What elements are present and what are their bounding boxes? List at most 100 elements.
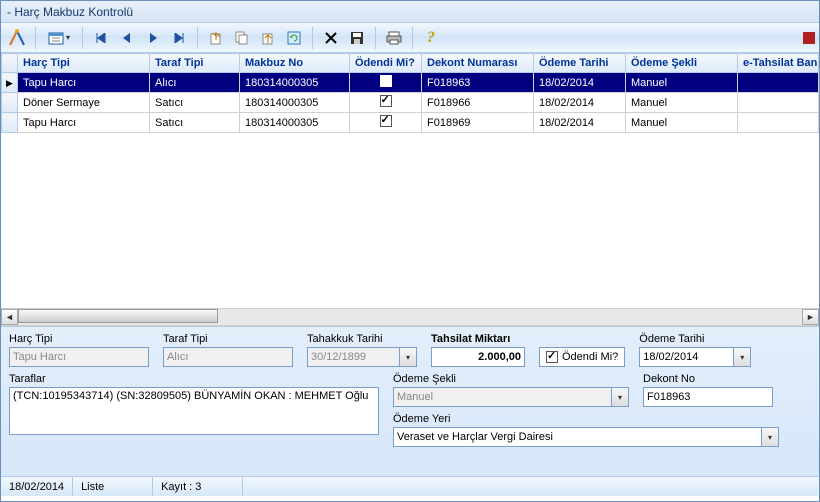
- table-row[interactable]: ▶Tapu HarcıAlıcı180314000305 F01896318/02…: [2, 73, 819, 93]
- nav-last-button[interactable]: [167, 26, 191, 50]
- label-taraf-tipi: Taraf Tipi: [163, 333, 293, 345]
- checkbox-odendi-mi[interactable]: Ödendi Mi?: [539, 347, 625, 367]
- cell-taraf-tipi: Alıcı: [150, 73, 240, 93]
- odeme-sekli-dropdown-button[interactable]: ▾: [611, 387, 629, 407]
- nav-prev-button[interactable]: [115, 26, 139, 50]
- indicator-icon: [803, 32, 815, 44]
- odeme-tarihi-dropdown-button[interactable]: ▾: [733, 347, 751, 367]
- window-title: - Harç Makbuz Kontrolü: [7, 5, 133, 19]
- save-button[interactable]: [345, 26, 369, 50]
- separator: [375, 27, 376, 49]
- input-odeme-yeri[interactable]: [393, 427, 761, 447]
- cell-odendi-mi: [350, 113, 422, 133]
- col-makbuz-no[interactable]: Makbuz No: [240, 54, 350, 73]
- delete-button[interactable]: [319, 26, 343, 50]
- cell-dekont-numarasi: F018963: [422, 73, 534, 93]
- row-indicator: ▶: [2, 73, 18, 93]
- status-record: Kayıt : 3: [153, 477, 243, 496]
- separator: [412, 27, 413, 49]
- cell-etahsilat-bankasi: [738, 93, 819, 113]
- copy-button[interactable]: [230, 26, 254, 50]
- col-harc-tipi[interactable]: Harç Tipi: [18, 54, 150, 73]
- cell-harc-tipi: Tapu Harcı: [18, 73, 150, 93]
- cell-makbuz-no: 180314000305: [240, 73, 350, 93]
- cell-harc-tipi: Döner Sermaye: [18, 93, 150, 113]
- export-button[interactable]: [204, 26, 228, 50]
- nav-next-button[interactable]: [141, 26, 165, 50]
- cell-harc-tipi: Tapu Harcı: [18, 113, 150, 133]
- cell-odeme-tarihi: 18/02/2014: [534, 93, 626, 113]
- toolbar: ▾ ?: [1, 23, 819, 53]
- cell-odeme-tarihi: 18/02/2014: [534, 113, 626, 133]
- titlebar: - Harç Makbuz Kontrolü: [1, 1, 819, 23]
- col-dekont-numarasi[interactable]: Dekont Numarası: [422, 54, 534, 73]
- row-header-blank: [2, 54, 18, 73]
- checkbox-odendi-mi-label: Ödendi Mi?: [562, 351, 618, 363]
- label-harc-tipi: Harç Tipi: [9, 333, 149, 345]
- refresh-button[interactable]: [282, 26, 306, 50]
- cell-taraf-tipi: Satıcı: [150, 93, 240, 113]
- status-date: 18/02/2014: [1, 477, 73, 496]
- status-mode: Liste: [73, 477, 153, 496]
- scroll-track[interactable]: [18, 309, 802, 325]
- input-taraf-tipi: [163, 347, 293, 367]
- cell-makbuz-no: 180314000305: [240, 93, 350, 113]
- scroll-left-button[interactable]: ◄: [1, 309, 18, 325]
- odeme-yeri-dropdown-button[interactable]: ▾: [761, 427, 779, 447]
- cell-odeme-sekli: Manuel: [626, 113, 738, 133]
- label-taraflar: Taraflar: [9, 373, 379, 385]
- label-odeme-yeri: Ödeme Yeri: [393, 413, 779, 425]
- separator: [197, 27, 198, 49]
- horizontal-scrollbar[interactable]: ◄ ►: [1, 308, 819, 326]
- grid-header-row: Harç Tipi Taraf Tipi Makbuz No Ödendi Mi…: [2, 54, 819, 73]
- scroll-right-button[interactable]: ►: [802, 309, 819, 325]
- cell-odendi-mi: [350, 73, 422, 93]
- separator: [35, 27, 36, 49]
- cell-odeme-tarihi: 18/02/2014: [534, 73, 626, 93]
- label-dekont-no: Dekont No: [643, 373, 773, 385]
- cell-odeme-sekli: Manuel: [626, 93, 738, 113]
- cell-etahsilat-bankasi: [738, 73, 819, 93]
- col-odeme-tarihi[interactable]: Ödeme Tarihi: [534, 54, 626, 73]
- scroll-thumb[interactable]: [18, 309, 218, 323]
- app-logo: [5, 26, 29, 50]
- label-odendi-spacer: [539, 333, 625, 345]
- check-icon: [546, 351, 558, 363]
- input-tahakkuk-tarihi: [307, 347, 399, 367]
- calendar-button[interactable]: ▾: [42, 26, 76, 50]
- cell-odendi-mi: [350, 93, 422, 113]
- col-taraf-tipi[interactable]: Taraf Tipi: [150, 54, 240, 73]
- separator: [82, 27, 83, 49]
- data-grid[interactable]: Harç Tipi Taraf Tipi Makbuz No Ödendi Mi…: [1, 53, 819, 308]
- cell-dekont-numarasi: F018966: [422, 93, 534, 113]
- cell-makbuz-no: 180314000305: [240, 113, 350, 133]
- separator: [312, 27, 313, 49]
- input-odeme-tarihi[interactable]: [639, 347, 733, 367]
- table-row[interactable]: Tapu HarcıSatıcı180314000305 F01896918/02…: [2, 113, 819, 133]
- col-odendi-mi[interactable]: Ödendi Mi?: [350, 54, 422, 73]
- col-odeme-sekli[interactable]: Ödeme Şekli: [626, 54, 738, 73]
- help-button[interactable]: ?: [419, 26, 443, 50]
- input-taraflar[interactable]: [9, 387, 379, 435]
- tahakkuk-tarihi-dropdown-button[interactable]: ▾: [399, 347, 417, 367]
- table-row[interactable]: Döner SermayeSatıcı180314000305 F01896618…: [2, 93, 819, 113]
- input-tahsilat-miktari[interactable]: [431, 347, 525, 367]
- row-indicator: [2, 113, 18, 133]
- nav-first-button[interactable]: [89, 26, 113, 50]
- label-odeme-tarihi: Ödeme Tarihi: [639, 333, 751, 345]
- cell-dekont-numarasi: F018969: [422, 113, 534, 133]
- cell-taraf-tipi: Satıcı: [150, 113, 240, 133]
- status-empty: [243, 477, 819, 496]
- label-tahsilat-miktari: Tahsilat Miktarı: [431, 333, 525, 345]
- import-button[interactable]: [256, 26, 280, 50]
- input-harc-tipi: [9, 347, 149, 367]
- input-odeme-sekli: [393, 387, 611, 407]
- cell-etahsilat-bankasi: [738, 113, 819, 133]
- col-etahsilat-bankasi[interactable]: e-Tahsilat Bankası: [738, 54, 819, 73]
- print-button[interactable]: [382, 26, 406, 50]
- statusbar: 18/02/2014 Liste Kayıt : 3: [1, 476, 819, 496]
- input-dekont-no[interactable]: [643, 387, 773, 407]
- cell-odeme-sekli: Manuel: [626, 73, 738, 93]
- label-tahakkuk-tarihi: Tahakkuk Tarihi: [307, 333, 417, 345]
- row-indicator: [2, 93, 18, 113]
